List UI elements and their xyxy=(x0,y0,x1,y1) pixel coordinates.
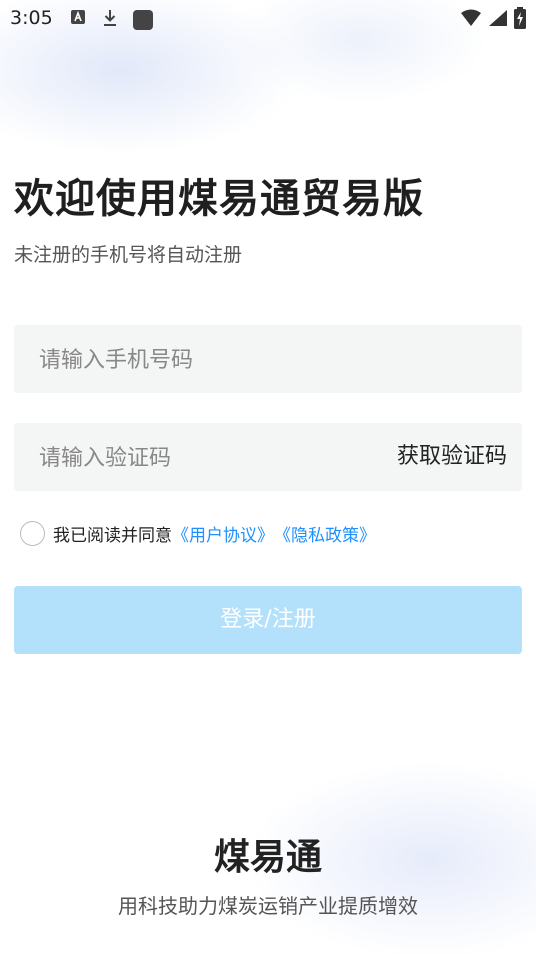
login-register-button[interactable]: 登录/注册 xyxy=(14,586,522,654)
wifi-icon xyxy=(460,9,482,31)
code-field: 获取验证码 xyxy=(14,423,522,493)
download-icon xyxy=(101,9,119,31)
status-bar: 3:05 xyxy=(0,0,536,36)
page-subtitle: 未注册的手机号将自动注册 xyxy=(14,244,243,266)
footer-brand: 煤易通 xyxy=(213,837,322,878)
square-icon xyxy=(132,9,154,35)
verification-code-input[interactable] xyxy=(37,423,371,493)
agreement-checkbox[interactable] xyxy=(20,520,45,546)
text-a-icon xyxy=(70,9,86,29)
agreement-row: 我已阅读并同意 《用户协议》 《隐私政策》 xyxy=(20,519,376,547)
battery-charging-icon xyxy=(514,7,526,33)
footer-slogan: 用科技助力煤炭运销产业提质增效 xyxy=(118,894,418,918)
phone-field xyxy=(14,325,522,395)
status-time: 3:05 xyxy=(10,7,53,29)
phone-input[interactable] xyxy=(37,325,371,395)
get-code-button[interactable]: 获取验证码 xyxy=(397,423,507,491)
signal-icon xyxy=(488,9,508,31)
page-title: 欢迎使用煤易通贸易版 xyxy=(14,176,424,222)
privacy-policy-link[interactable]: 《隐私政策》 xyxy=(274,521,376,546)
user-agreement-link[interactable]: 《用户协议》 xyxy=(172,521,274,546)
agreement-text: 我已阅读并同意 xyxy=(53,525,172,546)
